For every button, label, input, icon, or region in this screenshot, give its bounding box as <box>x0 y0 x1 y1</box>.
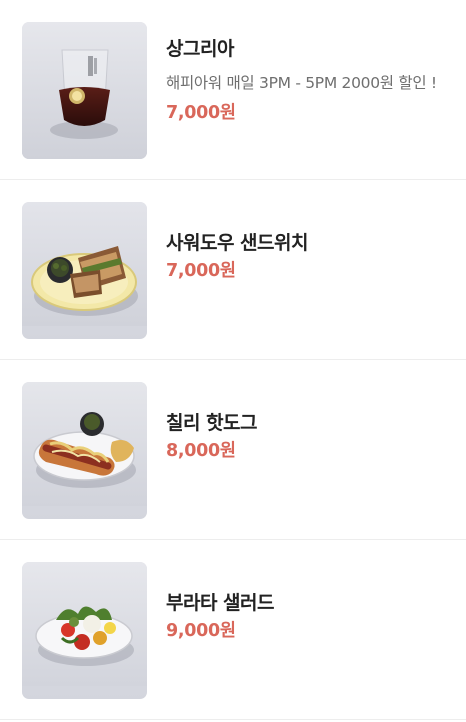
sangria-glass-image <box>22 22 147 159</box>
menu-item-price: 9,000원 <box>166 621 236 641</box>
menu-item-sangria[interactable]: 상그리아 해피아워 매일 3PM - 5PM 2000원 할인 ! 7,000원 <box>0 0 466 180</box>
menu-item-chili-hotdog[interactable]: 칠리 핫도그 8,000원 <box>0 360 466 540</box>
menu-item-name: 상그리아 <box>166 38 234 60</box>
menu-item-info: 부라타 샐러드 9,000원 <box>166 590 448 644</box>
menu-item-info: 상그리아 해피아워 매일 3PM - 5PM 2000원 할인 ! 7,000원 <box>166 36 448 126</box>
menu-item-name: 부라타 샐러드 <box>166 592 275 614</box>
menu-item-burrata-salad[interactable]: 부라타 샐러드 9,000원 <box>0 540 466 720</box>
salad-plate-image <box>22 562 147 699</box>
menu-item-info: 사워도우 샌드위치 7,000원 <box>166 230 448 284</box>
menu-list: 상그리아 해피아워 매일 3PM - 5PM 2000원 할인 ! 7,000원 <box>0 0 466 720</box>
sandwich-plate-image <box>22 202 147 339</box>
menu-item-info: 칠리 핫도그 8,000원 <box>166 410 448 464</box>
menu-item-name: 사워도우 샌드위치 <box>166 232 308 254</box>
hotdog-plate-image <box>22 382 147 519</box>
menu-item-price: 7,000원 <box>166 261 236 281</box>
menu-item-name: 칠리 핫도그 <box>166 412 258 434</box>
menu-item-price: 7,000원 <box>166 103 236 123</box>
menu-item-sourdough-sandwich[interactable]: 사워도우 샌드위치 7,000원 <box>0 180 466 360</box>
menu-item-price: 8,000원 <box>166 441 236 461</box>
menu-item-description: 해피아워 매일 3PM - 5PM 2000원 할인 ! <box>166 74 437 92</box>
